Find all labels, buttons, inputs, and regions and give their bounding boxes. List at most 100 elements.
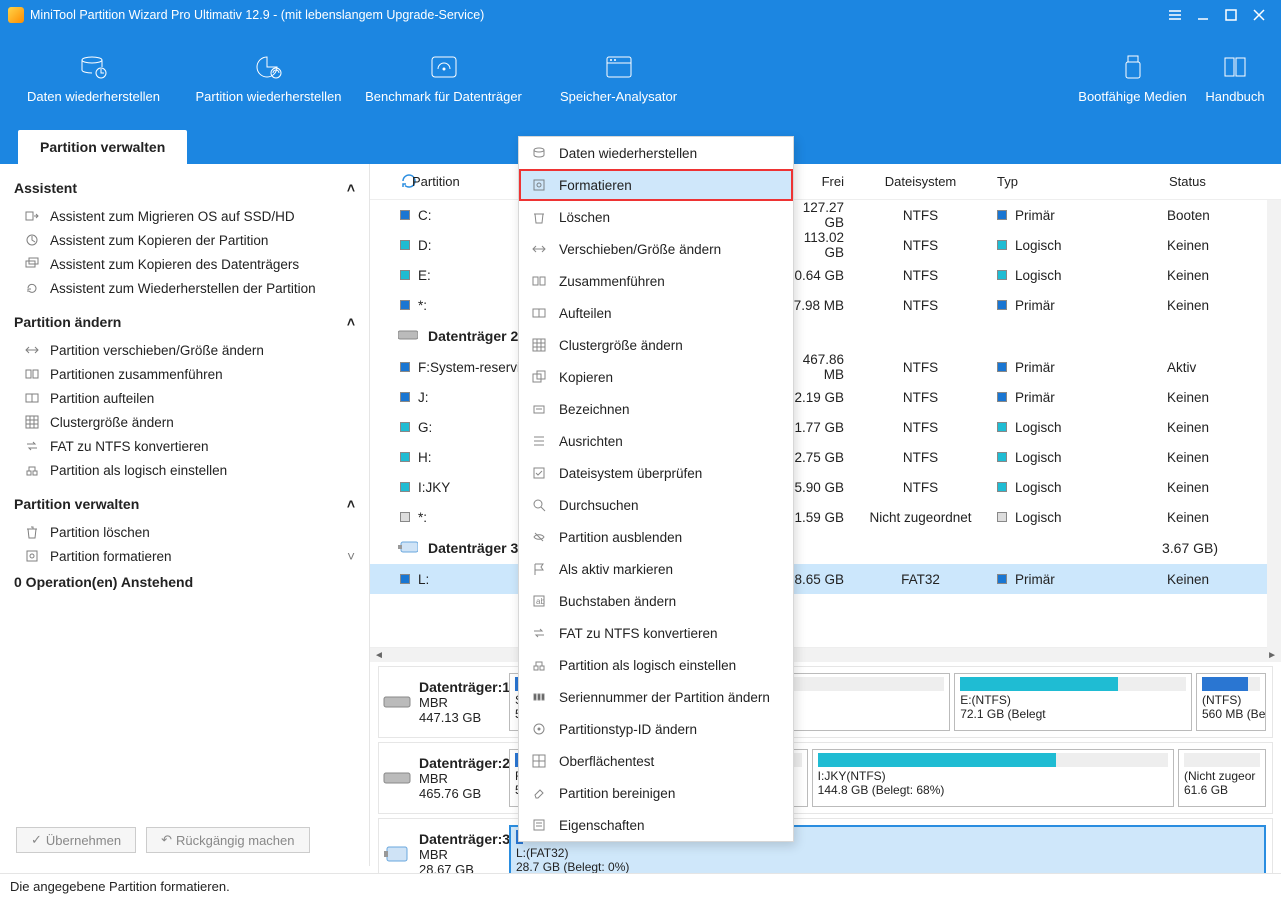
partition-box[interactable]: I:JKY(NTFS)144.8 GB (Belegt: 68%): [812, 749, 1174, 807]
table-row[interactable]: G:31.77 GBNTFSLogischKeinen: [370, 412, 1281, 442]
table-row[interactable]: *:61.59 GBNicht zugeordnetLogischKeinen: [370, 502, 1281, 532]
table-row[interactable]: H:32.75 GBNTFSLogischKeinen: [370, 442, 1281, 472]
ctx-fat-ntfs[interactable]: FAT zu NTFS konvertieren: [519, 617, 793, 649]
ctx-label[interactable]: Bezeichnen: [519, 393, 793, 425]
flag-icon: [531, 561, 547, 577]
ctx-type-id[interactable]: Partitionstyp-ID ändern: [519, 713, 793, 745]
sidebar-item-fat-ntfs[interactable]: FAT zu NTFS konvertieren: [14, 434, 355, 458]
sidebar-item-copy-disk[interactable]: Assistent zum Kopieren des Datenträgers: [14, 252, 355, 276]
ctx-change-letter[interactable]: abBuchstaben ändern: [519, 585, 793, 617]
sidebar: Assistent˄ Assistent zum Migrieren OS au…: [0, 164, 370, 866]
sidebar-item-format[interactable]: Partition formatieren˅: [14, 544, 355, 568]
ctx-properties[interactable]: Eigenschaften: [519, 809, 793, 841]
gauge-icon: [427, 53, 461, 81]
check-icon: ✓: [31, 832, 42, 848]
ctx-set-active[interactable]: Als aktiv markieren: [519, 553, 793, 585]
color-square-icon: [400, 574, 410, 584]
close-button[interactable]: [1245, 1, 1273, 29]
minimize-button[interactable]: [1189, 1, 1217, 29]
chevron-up-icon: ˄: [347, 314, 355, 330]
sidebar-item-copy-partition[interactable]: Assistent zum Kopieren der Partition: [14, 228, 355, 252]
sidebar-actions: ✓Übernehmen ↶Rückgängig machen: [16, 827, 310, 853]
disk-bar-row: Datenträger:2 MBR 465.76 GB F:S50 (Beleg…: [378, 742, 1273, 814]
content-area: Partition Frei Dateisystem Typ Status C:…: [370, 164, 1281, 866]
copy-disk-icon: [24, 256, 40, 272]
sidebar-header-manage[interactable]: Partition verwalten˄: [14, 496, 355, 512]
sidebar-item-cluster[interactable]: Clustergröße ändern: [14, 410, 355, 434]
ctx-data-recovery[interactable]: Daten wiederherstellen: [519, 137, 793, 169]
label-icon: [531, 401, 547, 417]
ctx-split[interactable]: Aufteilen: [519, 297, 793, 329]
search-icon: [531, 497, 547, 513]
ctx-cluster[interactable]: Clustergröße ändern: [519, 329, 793, 361]
partition-box[interactable]: (NTFS)560 MB (Bel: [1196, 673, 1266, 731]
table-row[interactable]: I:JKY45.90 GBNTFSLogischKeinen: [370, 472, 1281, 502]
color-square-icon: [997, 210, 1007, 220]
maximize-button[interactable]: [1217, 1, 1245, 29]
table-row[interactable]: *:87.98 MBNTFSPrimärKeinen: [370, 290, 1281, 320]
sidebar-item-set-logical[interactable]: Partition als logisch einstellen: [14, 458, 355, 482]
resize-icon: [24, 342, 40, 358]
ctx-copy[interactable]: Kopieren: [519, 361, 793, 393]
ctx-explore[interactable]: Durchsuchen: [519, 489, 793, 521]
grid-icon: [531, 753, 547, 769]
table-row[interactable]: C:127.27 GBNTFSPrimärBooten: [370, 200, 1281, 230]
disk-header-row[interactable]: Datenträger 2: [370, 320, 1281, 352]
color-square-icon: [997, 392, 1007, 402]
ctx-align[interactable]: Ausrichten: [519, 425, 793, 457]
h-scrollbar[interactable]: ◄►: [370, 648, 1281, 662]
sidebar-item-split[interactable]: Partition aufteilen: [14, 386, 355, 410]
ctx-format[interactable]: Formatieren: [519, 169, 793, 201]
sidebar-item-recover-partition[interactable]: Assistent zum Wiederherstellen der Parti…: [14, 276, 355, 300]
copy-partition-icon: [24, 232, 40, 248]
ctx-delete[interactable]: Löschen: [519, 201, 793, 233]
data-recovery-button[interactable]: Daten wiederherstellen: [6, 30, 181, 126]
format-icon: [531, 177, 547, 193]
col-fs[interactable]: Dateisystem: [844, 174, 989, 189]
sidebar-header-change[interactable]: Partition ändern˄: [14, 314, 355, 330]
disk-header-row[interactable]: Datenträger 33.67 GB): [370, 532, 1281, 564]
table-row[interactable]: L:28.65 GBFAT32PrimärKeinen: [370, 564, 1281, 594]
ctx-surface-test[interactable]: Oberflächentest: [519, 745, 793, 777]
status-bar: Die angegebene Partition formatieren.: [0, 873, 1281, 901]
bootable-media-button[interactable]: Bootfähige Medien: [1070, 30, 1195, 126]
undo-button[interactable]: ↶Rückgängig machen: [146, 827, 309, 853]
partition-box[interactable]: (Nicht zugeor61.6 GB: [1178, 749, 1266, 807]
partition-box[interactable]: E:(NTFS)72.1 GB (Belegt: [954, 673, 1192, 731]
color-square-icon: [400, 270, 410, 280]
apply-button[interactable]: ✓Übernehmen: [16, 827, 136, 853]
color-square-icon: [997, 452, 1007, 462]
manual-button[interactable]: Handbuch: [1195, 30, 1275, 126]
ctx-merge[interactable]: Zusammenführen: [519, 265, 793, 297]
ctx-move-resize[interactable]: Verschieben/Größe ändern: [519, 233, 793, 265]
tab-manage-partition[interactable]: Partition verwalten: [18, 130, 187, 164]
color-square-icon: [997, 512, 1007, 522]
ctx-serial[interactable]: Seriennummer der Partition ändern: [519, 681, 793, 713]
sidebar-item-merge[interactable]: Partitionen zusammenführen: [14, 362, 355, 386]
col-type[interactable]: Typ: [989, 174, 1079, 189]
benchmark-button[interactable]: Benchmark für Datenträger: [356, 30, 531, 126]
table-row[interactable]: J:22.19 GBNTFSPrimärKeinen: [370, 382, 1281, 412]
ctx-set-logical[interactable]: Partition als logisch einstellen: [519, 649, 793, 681]
space-analyzer-button[interactable]: Speicher-Analysator: [531, 30, 706, 126]
scroll-left-icon[interactable]: ◄: [374, 650, 384, 661]
sidebar-item-move-resize[interactable]: Partition verschieben/Größe ändern: [14, 338, 355, 362]
ctx-wipe[interactable]: Partition bereinigen: [519, 777, 793, 809]
ctx-hide[interactable]: Partition ausblenden: [519, 521, 793, 553]
sidebar-item-migrate-os[interactable]: Assistent zum Migrieren OS auf SSD/HD: [14, 204, 355, 228]
sidebar-item-delete[interactable]: Partition löschen: [14, 520, 355, 544]
table-row[interactable]: F:System-reserviert467.86 MBNTFSPrimärAk…: [370, 352, 1281, 382]
ctx-check-fs[interactable]: Dateisystem überprüfen: [519, 457, 793, 489]
partition-recovery-button[interactable]: Partition wiederherstellen: [181, 30, 356, 126]
menu-icon[interactable]: [1161, 1, 1189, 29]
table-row[interactable]: D:113.02 GBNTFSLogischKeinen: [370, 230, 1281, 260]
disk-bar-row: Datenträger:1 MBR 447.13 GB Sy50 D:(NTFS…: [378, 666, 1273, 738]
sidebar-header-assistent[interactable]: Assistent˄: [14, 180, 355, 196]
svg-text:ab: ab: [536, 597, 545, 606]
col-status[interactable]: Status: [1079, 174, 1229, 189]
eraser-icon: [531, 785, 547, 801]
table-row[interactable]: E:20.64 GBNTFSLogischKeinen: [370, 260, 1281, 290]
scroll-right-icon[interactable]: ►: [1267, 650, 1277, 661]
v-scrollbar[interactable]: [1267, 200, 1281, 648]
partition-list: C:127.27 GBNTFSPrimärBootenD:113.02 GBNT…: [370, 200, 1281, 648]
